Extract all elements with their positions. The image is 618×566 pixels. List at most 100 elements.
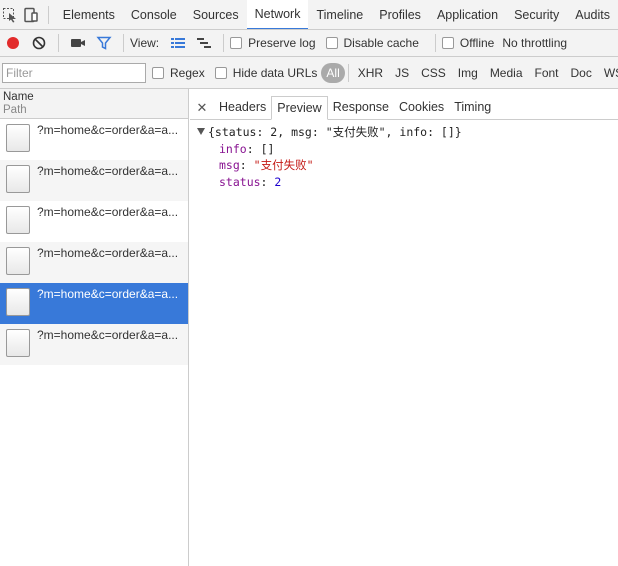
- tab-security[interactable]: Security: [506, 0, 567, 29]
- network-toolbar: View: Preserve log Disable cache Offline…: [0, 30, 618, 57]
- expand-triangle-icon[interactable]: [197, 128, 205, 135]
- request-detail-tabs: ✕ Headers Preview Response Cookies Timing: [190, 96, 618, 120]
- detail-tab-cookies[interactable]: Cookies: [394, 96, 449, 119]
- json-summary: {status: 2, msg: "支付失败", info: []}: [208, 125, 462, 139]
- request-row[interactable]: ?m=home&c=order&a=a...: [0, 119, 188, 160]
- request-list: Name Path ?m=home&c=order&a=a... ?m=home&…: [0, 89, 189, 566]
- json-value: []: [260, 141, 275, 156]
- tab-profiles[interactable]: Profiles: [371, 0, 429, 29]
- json-preview: {status: 2, msg: "支付失败", info: []} info:…: [197, 124, 617, 190]
- detail-tab-preview[interactable]: Preview: [271, 96, 328, 120]
- json-colon: :: [246, 141, 261, 156]
- json-key: msg: [219, 158, 240, 172]
- detail-tab-response[interactable]: Response: [328, 96, 394, 119]
- tab-audits[interactable]: Audits: [567, 0, 618, 29]
- request-name: ?m=home&c=order&a=a...: [37, 164, 179, 178]
- clear-icon[interactable]: [26, 30, 52, 56]
- document-icon: [6, 247, 30, 275]
- filter-icon[interactable]: [91, 30, 117, 56]
- separator: [434, 34, 436, 52]
- name-column-header: Name: [3, 91, 34, 103]
- json-key: status: [219, 174, 261, 189]
- camera-icon[interactable]: [65, 30, 91, 56]
- tab-application[interactable]: Application: [429, 0, 506, 29]
- json-property[interactable]: status: 2: [197, 174, 617, 191]
- request-name: ?m=home&c=order&a=a...: [37, 123, 179, 137]
- checkbox-box[interactable]: [325, 37, 338, 49]
- request-row[interactable]: ?m=home&c=order&a=a...: [0, 324, 188, 365]
- devtools-tab-bar: Elements Console Sources Network Timeline Pro…: [0, 0, 618, 30]
- disable-cache-label: Disable cache: [343, 36, 419, 50]
- filter-input[interactable]: [2, 62, 146, 83]
- request-row[interactable]: ?m=home&c=order&a=a...: [0, 160, 188, 201]
- tab-network[interactable]: Network: [246, 0, 309, 29]
- json-property[interactable]: info: []: [197, 141, 617, 158]
- document-icon: [6, 206, 30, 234]
- checkbox-box[interactable]: [230, 37, 243, 49]
- tab-timeline[interactable]: Timeline: [308, 0, 371, 29]
- filter-type-doc[interactable]: Doc: [565, 63, 598, 83]
- json-key: info: [219, 141, 247, 156]
- close-icon[interactable]: ✕: [190, 96, 214, 119]
- filter-type-font[interactable]: Font: [529, 63, 565, 83]
- disable-cache-checkbox[interactable]: Disable cache: [325, 36, 419, 50]
- preserve-log-label: Preserve log: [248, 36, 316, 50]
- filter-type-xhr[interactable]: XHR: [352, 63, 389, 83]
- detail-tab-headers[interactable]: Headers: [214, 96, 271, 119]
- json-colon: :: [239, 158, 254, 172]
- request-row[interactable]: ?m=home&c=order&a=a...: [0, 242, 188, 283]
- hide-data-urls-label: Hide data URLs: [232, 65, 318, 80]
- panel-tabs: Elements Console Sources Network Timeline Pro…: [55, 0, 618, 29]
- checkbox-box[interactable]: [152, 66, 164, 79]
- separator: [47, 5, 49, 24]
- request-name: ?m=home&c=order&a=a...: [37, 328, 179, 342]
- inspect-element-icon[interactable]: [0, 2, 21, 28]
- separator: [223, 34, 225, 52]
- detail-tab-timing[interactable]: Timing: [449, 96, 496, 119]
- offline-label: Offline: [459, 36, 495, 50]
- regex-label: Regex: [170, 65, 205, 80]
- request-name: ?m=home&c=order&a=a...: [37, 246, 179, 260]
- waterfall-view-icon[interactable]: [191, 30, 217, 56]
- tab-sources[interactable]: Sources: [185, 0, 247, 29]
- resource-type-filters: All XHRJSCSSImgMediaFontDocWS: [321, 62, 618, 83]
- document-icon: [6, 124, 30, 152]
- path-column-subheader: Path: [3, 104, 27, 116]
- tab-elements[interactable]: Elements: [55, 0, 123, 29]
- list-view-icon[interactable]: [165, 30, 191, 56]
- separator: [58, 34, 59, 52]
- record-button[interactable]: [0, 30, 26, 56]
- request-name: ?m=home&c=order&a=a...: [37, 287, 179, 301]
- request-rows: ?m=home&c=order&a=a... ?m=home&c=order&a=…: [0, 119, 188, 365]
- filter-type-ws[interactable]: WS: [598, 63, 618, 83]
- json-property[interactable]: msg: "支付失败": [197, 157, 617, 174]
- device-mode-icon[interactable]: [21, 2, 42, 28]
- json-value: "支付失败": [253, 158, 314, 172]
- filter-type-all[interactable]: All: [321, 62, 345, 83]
- throttling-select[interactable]: No throttling: [502, 36, 567, 50]
- document-icon: [6, 329, 30, 357]
- tab-console[interactable]: Console: [123, 0, 185, 29]
- filter-type-media[interactable]: Media: [484, 63, 529, 83]
- filter-type-css[interactable]: CSS: [415, 63, 452, 83]
- request-name: ?m=home&c=order&a=a...: [37, 205, 179, 219]
- regex-checkbox[interactable]: Regex: [152, 66, 205, 80]
- filter-bar: Regex Hide data URLs All XHRJSCSSImgMedia…: [0, 57, 618, 89]
- offline-checkbox[interactable]: Offline: [441, 36, 495, 50]
- preserve-log-checkbox[interactable]: Preserve log: [230, 36, 316, 50]
- checkbox-box[interactable]: [214, 66, 227, 79]
- json-summary-line[interactable]: {status: 2, msg: "支付失败", info: []}: [197, 124, 617, 141]
- separator: [347, 63, 349, 82]
- document-icon: [6, 288, 30, 316]
- json-colon: :: [260, 174, 275, 189]
- checkbox-box[interactable]: [441, 37, 454, 49]
- hide-data-urls-checkbox[interactable]: Hide data URLs: [214, 65, 318, 80]
- request-list-header[interactable]: Name Path: [0, 89, 188, 119]
- request-row[interactable]: ?m=home&c=order&a=a...: [0, 283, 188, 324]
- json-properties: info: [] msg: "支付失败" status: 2: [197, 141, 617, 191]
- filter-type-js[interactable]: JS: [389, 63, 415, 83]
- filter-type-img[interactable]: Img: [452, 63, 484, 83]
- separator: [123, 34, 124, 52]
- json-value: 2: [274, 174, 282, 189]
- request-row[interactable]: ?m=home&c=order&a=a...: [0, 201, 188, 242]
